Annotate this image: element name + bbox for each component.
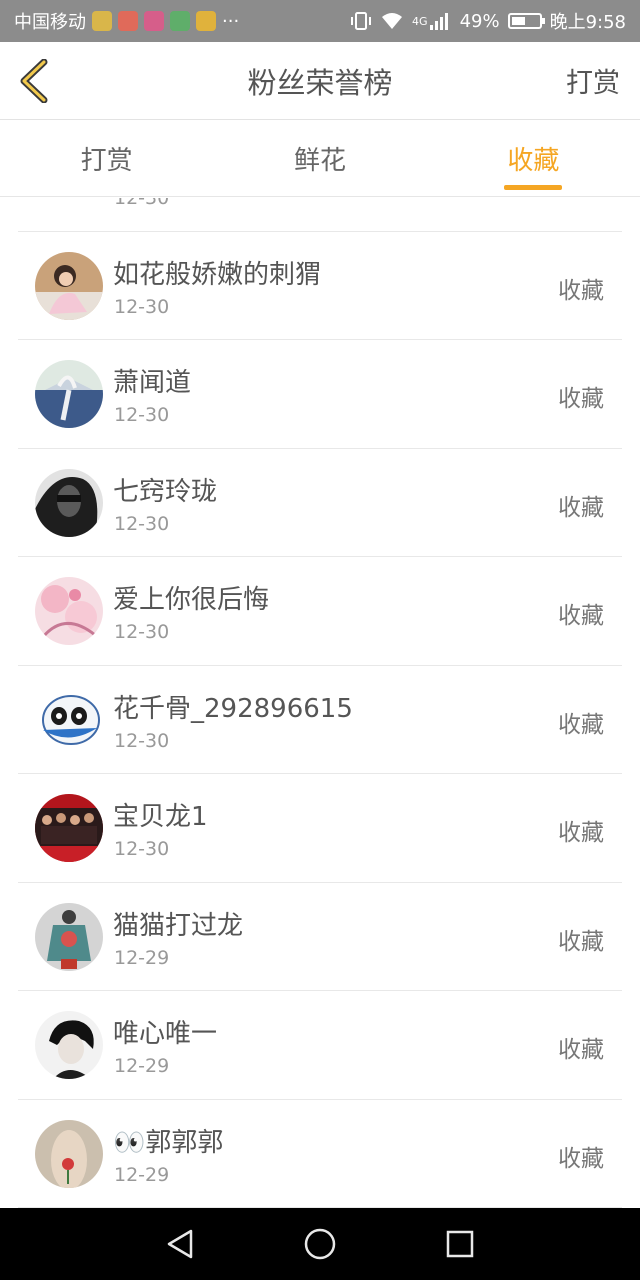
status-left: 中国移动 ··· <box>14 8 239 34</box>
list-item[interactable]: 宝贝龙1 12-30 收藏 <box>18 774 622 883</box>
recents-square-icon <box>446 1230 474 1258</box>
gift-box-icon <box>35 360 103 428</box>
list-item[interactable]: 七窍玲珑 12-30 收藏 <box>18 449 622 557</box>
network-type-label: 4G <box>412 14 428 28</box>
list-item[interactable]: 👀郭郭郭 12-29 收藏 <box>18 1100 622 1208</box>
pink-anime-icon <box>35 577 103 645</box>
item-name: 猫猫打过龙 <box>113 910 244 941</box>
tab-bar: 打赏 鲜花 收藏 <box>0 120 640 197</box>
item-action[interactable]: 收藏 <box>558 596 604 630</box>
carrier-label: 中国移动 <box>14 12 86 33</box>
item-date: 12-30 <box>114 729 170 752</box>
status-right: 4G 49% 晚上9:58 <box>350 8 626 34</box>
masked-figure-icon <box>35 468 103 537</box>
item-name: 花千骨_292896615 <box>113 693 353 724</box>
notification-app-icon <box>118 11 138 31</box>
item-action[interactable]: 收藏 <box>558 705 604 739</box>
bw-portrait-icon <box>35 1011 103 1079</box>
nav-home-button[interactable] <box>300 1224 340 1264</box>
tab-label: 收藏 <box>507 145 560 176</box>
item-action[interactable]: 收藏 <box>558 1139 604 1173</box>
rose-tattoo-icon <box>35 1119 103 1188</box>
item-date: 12-30 <box>114 295 170 318</box>
tip-button[interactable]: 打赏 <box>566 61 620 100</box>
active-tab-indicator <box>504 185 563 190</box>
item-date: 12-30 <box>114 621 170 643</box>
page-title: 粉丝荣誉榜 <box>247 65 393 100</box>
fan-list-content: 12-30 如花般娇嫩的刺猬 12-30 收藏 萧闻道 12-30 收藏 七窍玲… <box>0 198 640 1208</box>
battery-icon <box>507 13 545 29</box>
list-item[interactable]: 如花般娇嫩的刺猬 12-30 收藏 <box>18 232 622 340</box>
status-bar: 中国移动 ··· 4G 49% 晚上9:58 <box>0 0 640 42</box>
list-item[interactable]: 爱上你很后悔 12-30 收藏 <box>18 557 622 666</box>
item-action[interactable]: 收藏 <box>558 813 604 847</box>
avatar[interactable] <box>35 360 103 428</box>
item-date: 12-30 <box>114 838 170 860</box>
tab-tip[interactable]: 打赏 <box>0 120 213 196</box>
vibrate-icon <box>351 12 372 30</box>
wifi-icon <box>382 13 403 29</box>
item-name: 萧闻道 <box>113 368 192 398</box>
item-name: 七窍玲珑 <box>113 476 218 507</box>
woman-photo-icon <box>35 251 103 320</box>
screen: 中国移动 ··· 4G 49% 晚上9:58 粉丝荣誉榜 打赏 打赏 鲜花 收藏… <box>0 0 640 1280</box>
avatar[interactable] <box>35 577 103 645</box>
avatar[interactable] <box>35 1119 103 1188</box>
avatar[interactable] <box>35 468 103 537</box>
fan-list[interactable]: 12-30 如花般娇嫩的刺猬 12-30 收藏 萧闻道 12-30 收藏 七窍玲… <box>0 198 640 1208</box>
system-nav-bar <box>0 1208 640 1280</box>
status-time: 晚上9:58 <box>549 12 626 33</box>
tab-label: 打赏 <box>80 145 133 176</box>
item-action[interactable]: 收藏 <box>558 1030 604 1064</box>
item-action[interactable]: 收藏 <box>558 922 604 956</box>
tab-label: 鲜花 <box>293 145 346 176</box>
tab-flowers[interactable]: 鲜花 <box>213 120 426 196</box>
nav-back-button[interactable] <box>160 1224 200 1264</box>
more-notifications: ··· <box>222 10 240 32</box>
group-photo-icon <box>35 794 103 862</box>
home-circle-icon <box>304 1228 336 1260</box>
item-date: 12-30 <box>114 512 170 535</box>
item-action[interactable]: 收藏 <box>558 488 604 522</box>
nav-recents-button[interactable] <box>440 1224 480 1264</box>
item-date: 12-29 <box>114 1055 170 1077</box>
notification-app-icon <box>196 11 216 31</box>
item-date: 12-29 <box>114 1163 170 1186</box>
back-triangle-icon <box>167 1229 193 1259</box>
notification-app-icon <box>92 11 112 31</box>
notification-app-icon <box>144 11 164 31</box>
list-item[interactable]: 花千骨_292896615 12-30 收藏 <box>18 666 622 774</box>
battery-level-fill <box>511 17 525 25</box>
battery-percent: 49% <box>459 10 500 32</box>
jacket-figure-icon <box>35 902 103 971</box>
item-action[interactable]: 收藏 <box>558 271 604 305</box>
item-name: 👀郭郭郭 <box>113 1127 224 1158</box>
avatar[interactable] <box>35 685 103 754</box>
avatar[interactable] <box>35 902 103 971</box>
item-name: 如花般娇嫩的刺猬 <box>113 259 322 290</box>
avatar[interactable] <box>35 794 103 862</box>
tab-favorites[interactable]: 收藏 <box>427 120 640 196</box>
avatar[interactable] <box>35 251 103 320</box>
item-date: 12-30 <box>114 198 170 209</box>
item-name: 宝贝龙1 <box>113 802 208 832</box>
notification-app-icon <box>170 11 190 31</box>
signal-icon <box>429 13 448 30</box>
avatar[interactable] <box>35 1011 103 1079</box>
item-date: 12-29 <box>114 946 170 969</box>
list-item[interactable]: 萧闻道 12-30 收藏 <box>18 340 622 449</box>
penguin-cartoon-icon <box>35 685 103 754</box>
item-date: 12-30 <box>114 404 170 426</box>
list-item[interactable]: 12-30 <box>18 198 622 232</box>
list-item[interactable]: 猫猫打过龙 12-29 收藏 <box>18 883 622 991</box>
list-item[interactable]: 唯心唯一 12-29 收藏 <box>18 991 622 1100</box>
app-header: 粉丝荣誉榜 打赏 <box>0 42 640 120</box>
item-action[interactable]: 收藏 <box>558 379 604 413</box>
item-name: 唯心唯一 <box>113 1019 218 1049</box>
item-name: 爱上你很后悔 <box>113 585 270 615</box>
